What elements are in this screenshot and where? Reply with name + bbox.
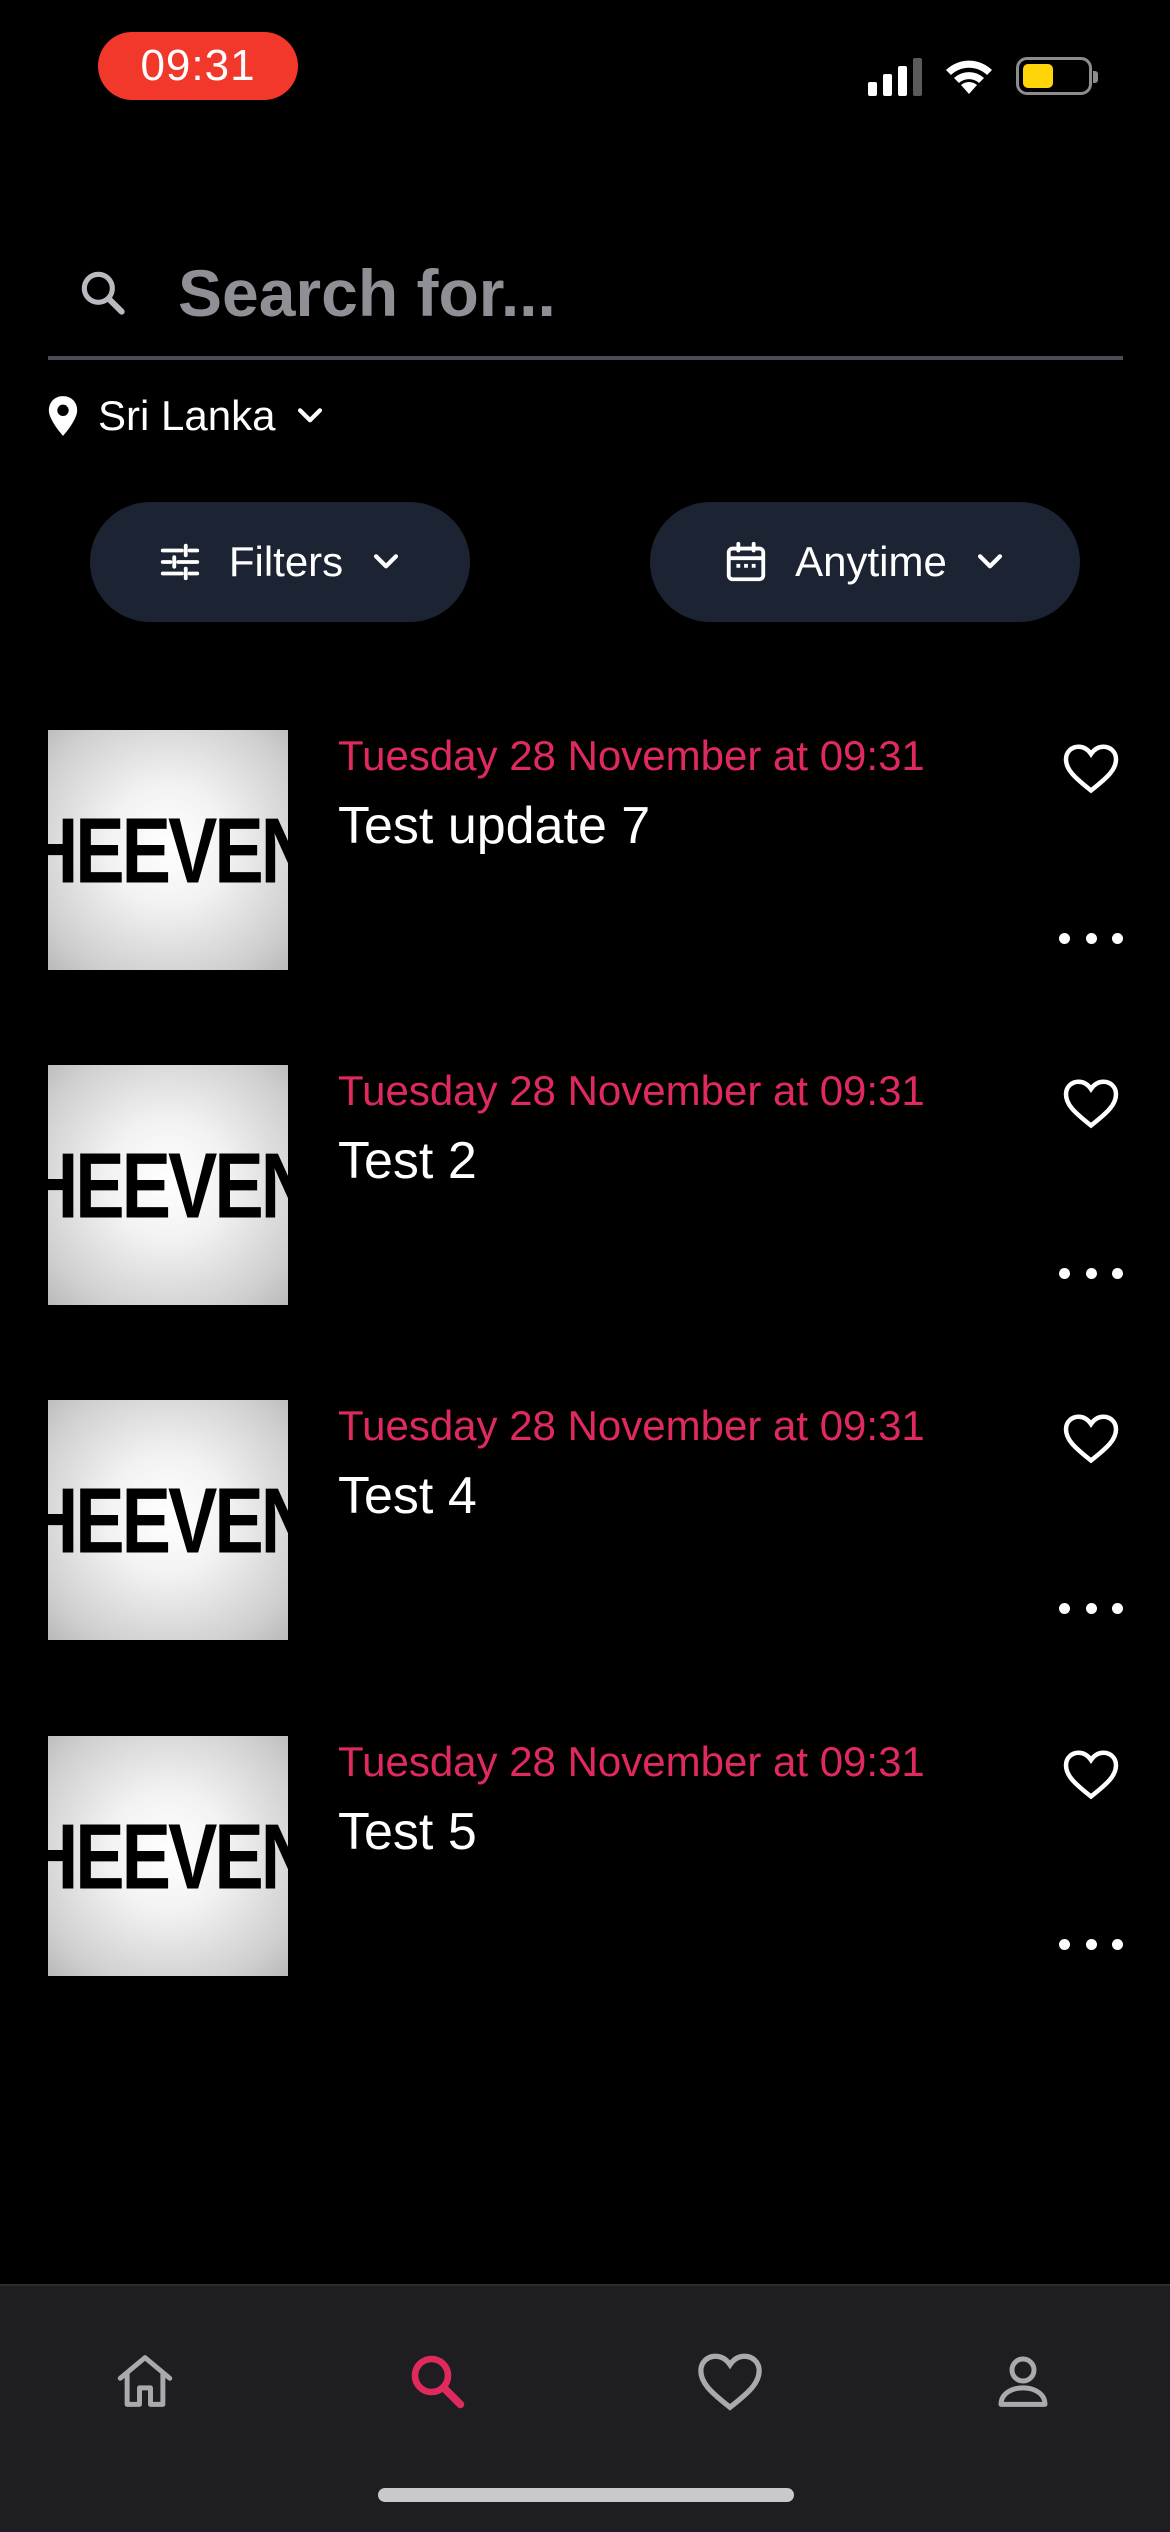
search-screen: 09:31 Search for... Sri Lanka Filters An…	[0, 0, 1170, 2532]
search-bar[interactable]	[48, 230, 1123, 360]
event-date: Tuesday 28 November at 09:31	[338, 1402, 925, 1449]
event-date: Tuesday 28 November at 09:31	[338, 732, 925, 779]
event-list-item[interactable]: THEEVENT Tuesday 28 November at 09:31 Te…	[48, 730, 1123, 970]
status-time: 09:31	[98, 32, 298, 100]
event-logo: THEEVENT	[48, 1804, 288, 1908]
event-title: Test 2	[338, 1132, 477, 1190]
map-pin-icon	[48, 396, 78, 436]
heart-icon	[1063, 744, 1119, 794]
favorite-button[interactable]	[1059, 736, 1123, 800]
event-title: Test 5	[338, 1803, 477, 1861]
home-indicator[interactable]	[378, 2488, 794, 2502]
more-options-button[interactable]	[1059, 1596, 1123, 1620]
event-date: Tuesday 28 November at 09:31	[338, 1067, 925, 1114]
event-list-item[interactable]: THEEVENT Tuesday 28 November at 09:31 Te…	[48, 1400, 1123, 1640]
search-input[interactable]	[178, 255, 1078, 331]
nav-search-button[interactable]	[392, 2336, 482, 2426]
status-bar: 09:31	[0, 0, 1170, 140]
filters-button[interactable]: Filters	[90, 502, 470, 622]
wifi-icon	[946, 60, 992, 94]
heart-icon	[1063, 1750, 1119, 1800]
event-logo: THEEVENT	[48, 1468, 288, 1572]
event-list-item[interactable]: THEEVENT Tuesday 28 November at 09:31 Te…	[48, 1736, 1123, 1976]
nav-favorites-button[interactable]	[685, 2336, 775, 2426]
event-thumbnail: THEEVENT	[48, 1400, 288, 1640]
profile-icon	[998, 2356, 1048, 2407]
event-title: Test 4	[338, 1467, 477, 1525]
event-thumbnail: THEEVENT	[48, 1736, 288, 1976]
chevron-down-icon	[374, 554, 399, 569]
chevron-down-icon	[977, 554, 1002, 569]
event-title: Test update 7	[338, 797, 651, 855]
location-selector[interactable]: Sri Lanka	[46, 386, 327, 446]
event-thumbnail: THEEVENT	[48, 730, 288, 970]
event-date: Tuesday 28 November at 09:31	[338, 1738, 925, 1785]
location-label: Sri Lanka	[98, 392, 276, 439]
heart-icon	[1063, 1414, 1119, 1464]
nav-home-button[interactable]	[100, 2336, 190, 2426]
favorite-button[interactable]	[1059, 1742, 1123, 1806]
heart-icon	[698, 2353, 762, 2411]
calendar-icon	[726, 541, 766, 582]
sliders-icon	[160, 543, 199, 581]
search-icon	[411, 2355, 465, 2409]
home-icon	[117, 2355, 173, 2407]
anytime-button[interactable]: Anytime	[650, 502, 1080, 622]
favorite-button[interactable]	[1059, 1071, 1123, 1135]
more-options-button[interactable]	[1059, 926, 1123, 950]
filters-label: Filters	[228, 538, 344, 585]
heart-icon	[1063, 1079, 1119, 1129]
anytime-label: Anytime	[795, 538, 947, 585]
more-options-button[interactable]	[1059, 1261, 1123, 1285]
battery-icon	[1016, 57, 1098, 95]
event-logo: THEEVENT	[48, 1133, 288, 1237]
event-logo: THEEVENT	[48, 798, 288, 902]
nav-profile-button[interactable]	[978, 2336, 1068, 2426]
favorite-button[interactable]	[1059, 1406, 1123, 1470]
more-options-button[interactable]	[1059, 1932, 1123, 1956]
search-icon	[48, 265, 158, 321]
status-icons	[868, 52, 1098, 100]
chevron-down-icon	[298, 408, 323, 423]
cellular-signal-icon	[868, 56, 922, 96]
event-thumbnail: THEEVENT	[48, 1065, 288, 1305]
event-list-item[interactable]: THEEVENT Tuesday 28 November at 09:31 Te…	[48, 1065, 1123, 1305]
